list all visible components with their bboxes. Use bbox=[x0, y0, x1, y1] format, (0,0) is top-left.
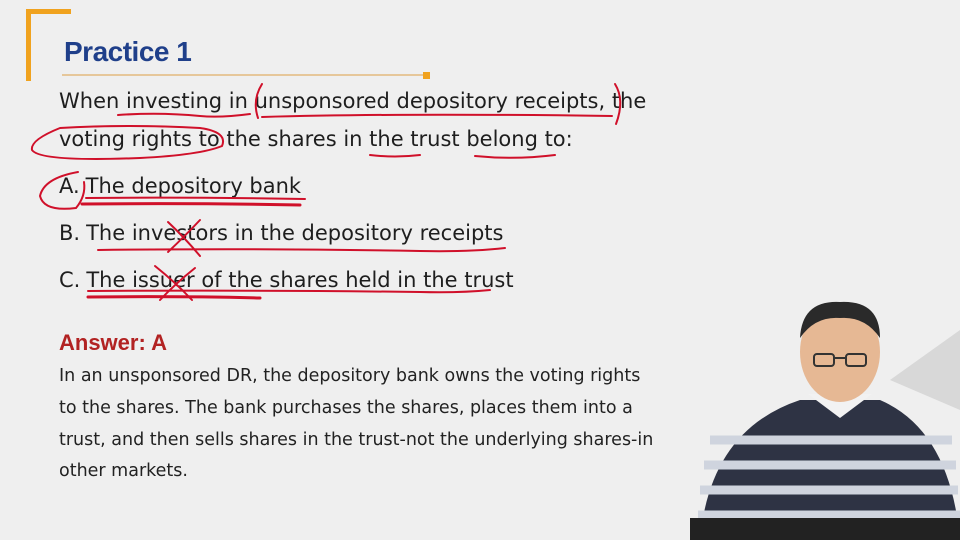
underline-investing bbox=[117, 112, 251, 118]
presenter-video bbox=[690, 301, 960, 540]
slide-title: Practice 1 bbox=[64, 36, 192, 67]
answer-label: Answer: A bbox=[59, 330, 167, 355]
underline-option-a-2 bbox=[80, 202, 302, 207]
explanation-line-1: In an unsponsored DR, the depository ban… bbox=[59, 366, 641, 386]
question-line-1: When investing in unsponsored depository… bbox=[59, 89, 647, 113]
lectern bbox=[690, 518, 960, 540]
explanation-line-3: trust, and then sells shares in the trus… bbox=[59, 430, 654, 450]
underline-trust bbox=[369, 154, 421, 158]
explanation-line-4: other markets. bbox=[59, 461, 188, 481]
option-c-text: The issuer of the shares held in the tru… bbox=[86, 268, 514, 292]
option-b: B. The investors in the depository receip… bbox=[59, 221, 503, 245]
question-line-2: voting rights to the shares in the trust… bbox=[59, 127, 573, 151]
underline-option-b bbox=[97, 247, 506, 253]
option-a-letter: A. bbox=[59, 174, 80, 198]
title-underline-endpoint bbox=[423, 72, 430, 79]
title-underline bbox=[62, 74, 426, 76]
title-bracket-vertical bbox=[26, 9, 31, 81]
underline-option-c-2 bbox=[86, 295, 262, 300]
option-a: A. The depository bank bbox=[59, 174, 301, 198]
background-arrow-shape bbox=[890, 330, 960, 410]
option-a-text: The depository bank bbox=[85, 174, 302, 198]
option-b-text: The investors in the depository receipts bbox=[86, 221, 504, 245]
underline-unsponsored-dr bbox=[261, 113, 613, 118]
option-c-letter: C. bbox=[59, 268, 81, 292]
option-b-letter: B. bbox=[59, 221, 81, 245]
explanation-line-2: to the shares. The bank purchases the sh… bbox=[59, 398, 633, 418]
underline-belong bbox=[474, 154, 556, 159]
title-bracket-horizontal bbox=[26, 9, 71, 14]
option-c: C. The issuer of the shares held in the t… bbox=[59, 268, 514, 292]
